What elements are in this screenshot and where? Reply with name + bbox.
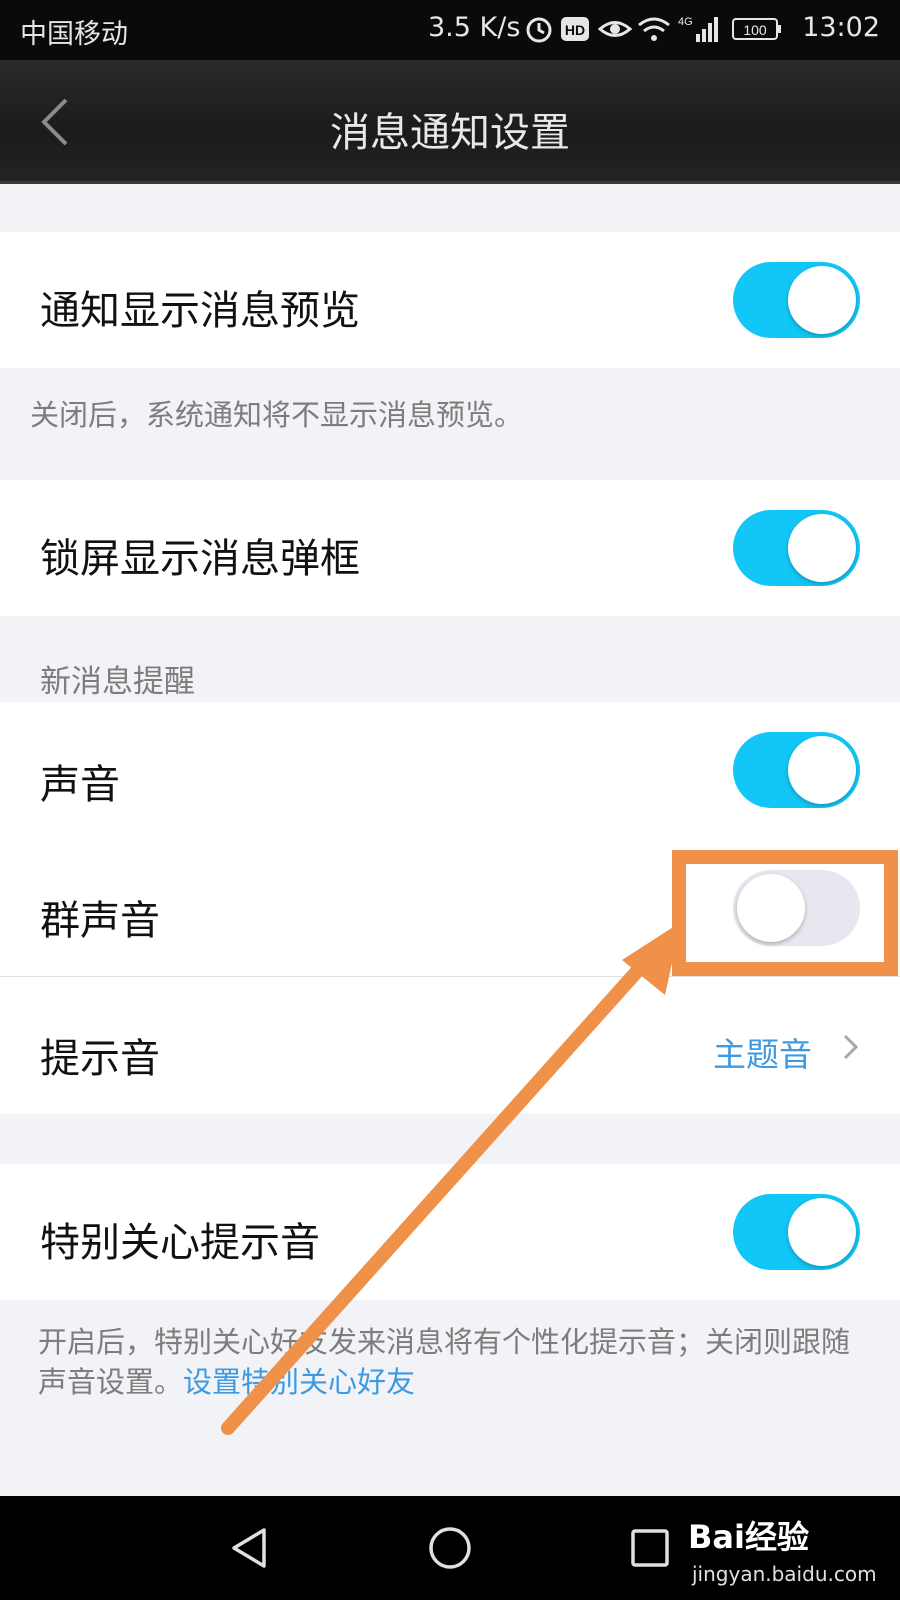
back-triangle-icon[interactable]: [220, 1518, 280, 1578]
sound-toggle[interactable]: [733, 732, 860, 808]
setting-row-special-care: 特别关心提示音: [0, 1164, 900, 1300]
wifi-icon: [638, 17, 670, 41]
toggle-knob: [788, 736, 856, 804]
eye-icon: [598, 21, 632, 37]
preview-toggle[interactable]: [733, 262, 860, 338]
svg-text:HD: HD: [565, 22, 585, 38]
toggle-knob: [737, 874, 805, 942]
new-message-group: 声音 群声音 提示音 主题音: [0, 702, 900, 1114]
title-bar: 消息通知设置: [0, 60, 900, 184]
lockscreen-label: 锁屏显示消息弹框: [40, 536, 360, 582]
group-sound-toggle[interactable]: [733, 870, 860, 946]
signal-icon: 4G: [678, 16, 718, 42]
hd-icon: HD: [561, 17, 589, 41]
set-special-care-link[interactable]: 设置特别关心好友: [183, 1365, 415, 1399]
network-speed: 3.5 K/s: [428, 12, 521, 43]
special-care-hint-text: 开启后，特别关心好友发来消息将有个性化提示音；关闭则跟随声音设置。: [38, 1325, 851, 1399]
divider: [0, 976, 900, 977]
sound-label: 声音: [40, 762, 120, 808]
special-care-label: 特别关心提示音: [40, 1220, 320, 1266]
preview-hint: 关闭后，系统通知将不显示消息预览。: [30, 398, 524, 432]
setting-row-lockscreen: 锁屏显示消息弹框: [0, 480, 900, 616]
status-bar: 中国移动 3.5 K/s HD 4G 100 13:02: [0, 0, 900, 60]
preview-label: 通知显示消息预览: [40, 288, 360, 334]
alarm-icon: [526, 17, 552, 43]
group-sound-label: 群声音: [40, 898, 160, 944]
home-circle-icon[interactable]: [420, 1518, 480, 1578]
toggle-knob: [788, 266, 856, 334]
tone-label: 提示音: [40, 1036, 160, 1082]
special-care-hint: 开启后，特别关心好友发来消息将有个性化提示音；关闭则跟随声音设置。设置特别关心好…: [38, 1322, 858, 1402]
page-title: 消息通知设置: [330, 110, 570, 156]
chevron-right-icon[interactable]: [840, 1032, 862, 1062]
section-header-new-message: 新消息提醒: [40, 664, 195, 700]
svg-text:4G: 4G: [678, 16, 693, 28]
recents-square-icon[interactable]: [620, 1518, 680, 1578]
watermark-brand: Bai经验: [688, 1518, 809, 1556]
toggle-knob: [788, 1198, 856, 1266]
system-nav-bar: Bai经验 jingyan.baidu.com: [0, 1496, 900, 1600]
lockscreen-toggle[interactable]: [733, 510, 860, 586]
clock: 13:02: [802, 12, 880, 43]
tone-value[interactable]: 主题音: [713, 1028, 812, 1076]
toggle-knob: [788, 514, 856, 582]
svg-text:100: 100: [743, 22, 767, 38]
setting-row-preview: 通知显示消息预览: [0, 232, 900, 368]
battery-icon: 100: [732, 18, 781, 40]
baidu-jingyan-watermark: Bai经验 jingyan.baidu.com: [688, 1506, 888, 1596]
special-care-toggle[interactable]: [733, 1194, 860, 1270]
watermark-site: jingyan.baidu.com: [692, 1562, 877, 1586]
carrier-name: 中国移动: [20, 19, 128, 50]
